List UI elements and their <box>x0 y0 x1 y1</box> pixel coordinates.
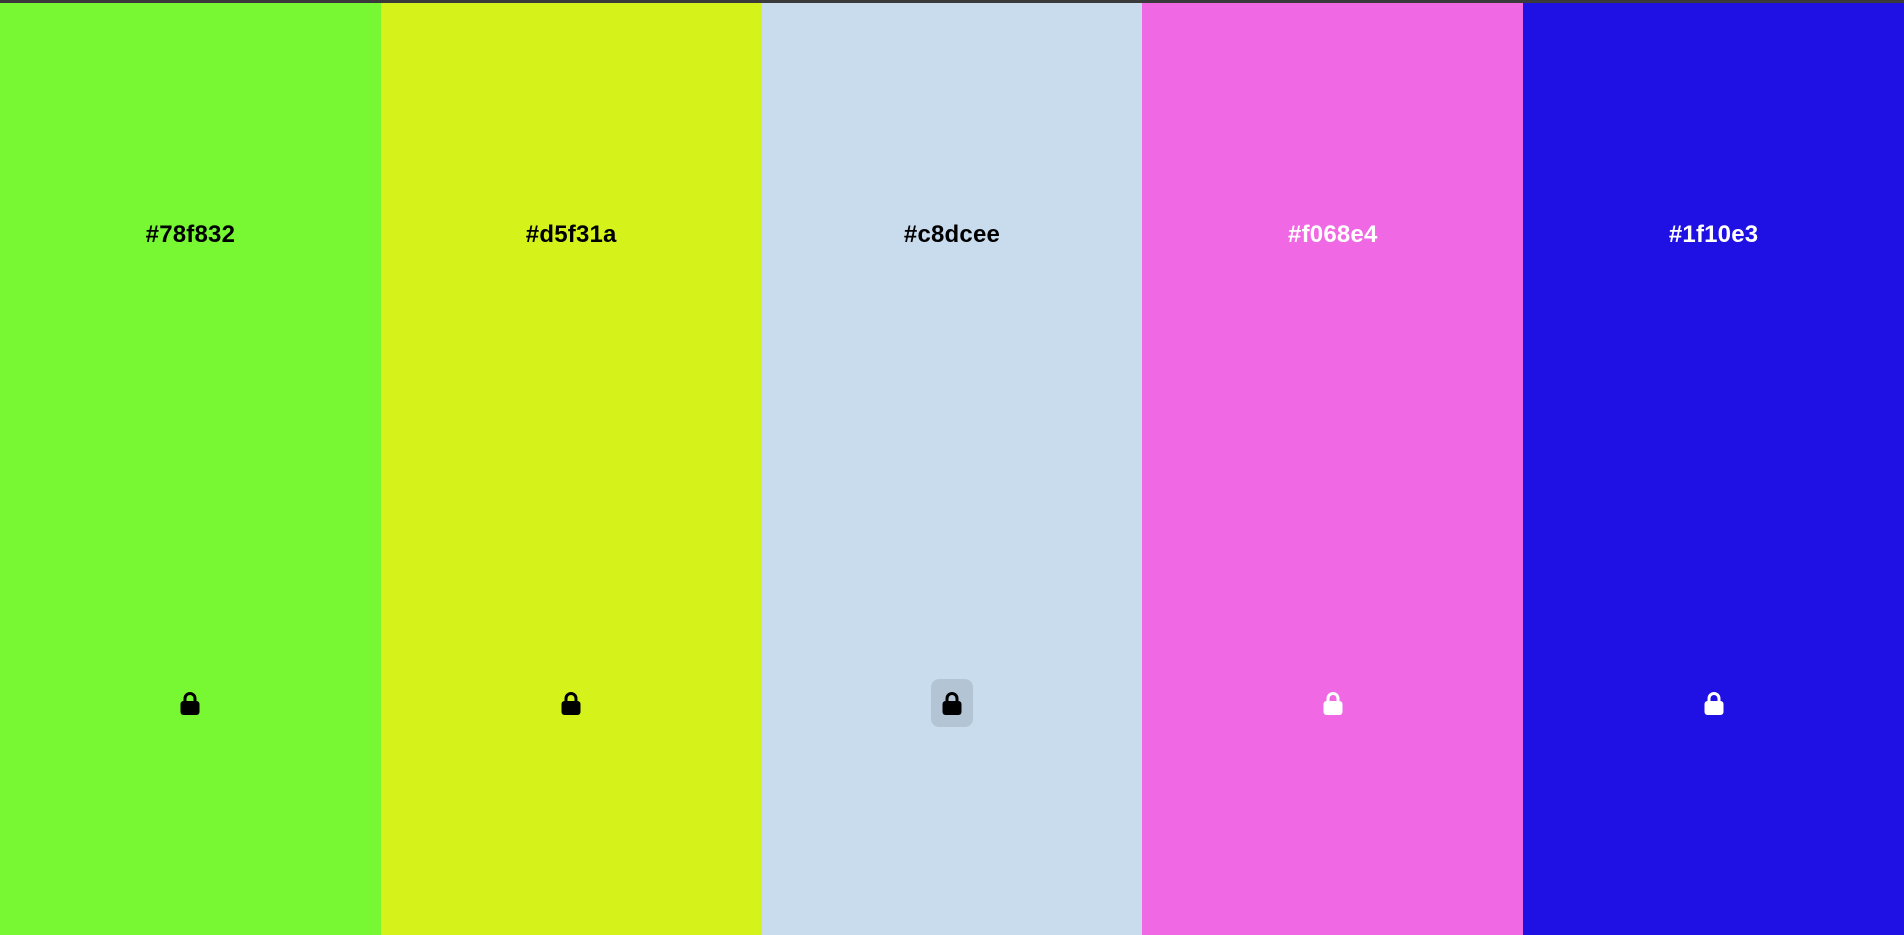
color-palette: #78f832 #d5f31a #c8dcee #f068e4 #1f10e3 <box>0 3 1904 935</box>
lock-button[interactable] <box>930 679 973 727</box>
hex-code-label[interactable]: #f068e4 <box>1142 221 1523 249</box>
hex-code-label[interactable]: #c8dcee <box>762 221 1143 249</box>
lock-icon <box>179 691 201 716</box>
hex-code-label[interactable]: #1f10e3 <box>1523 221 1904 249</box>
lock-button[interactable] <box>169 679 211 727</box>
color-swatch-2: #d5f31a <box>380 3 762 935</box>
lock-icon <box>941 691 963 716</box>
lock-icon <box>560 691 582 716</box>
color-swatch-5: #1f10e3 <box>1523 3 1904 935</box>
lock-button[interactable] <box>550 679 592 727</box>
lock-button[interactable] <box>1693 679 1735 727</box>
color-swatch-4: #f068e4 <box>1142 3 1524 935</box>
color-swatch-1: #78f832 <box>0 3 381 935</box>
hex-code-label[interactable]: #d5f31a <box>381 221 762 249</box>
lock-icon <box>1322 691 1344 716</box>
lock-icon <box>1703 691 1725 716</box>
hex-code-label[interactable]: #78f832 <box>0 221 381 249</box>
color-swatch-3: #c8dcee <box>761 3 1143 935</box>
lock-button[interactable] <box>1312 679 1354 727</box>
